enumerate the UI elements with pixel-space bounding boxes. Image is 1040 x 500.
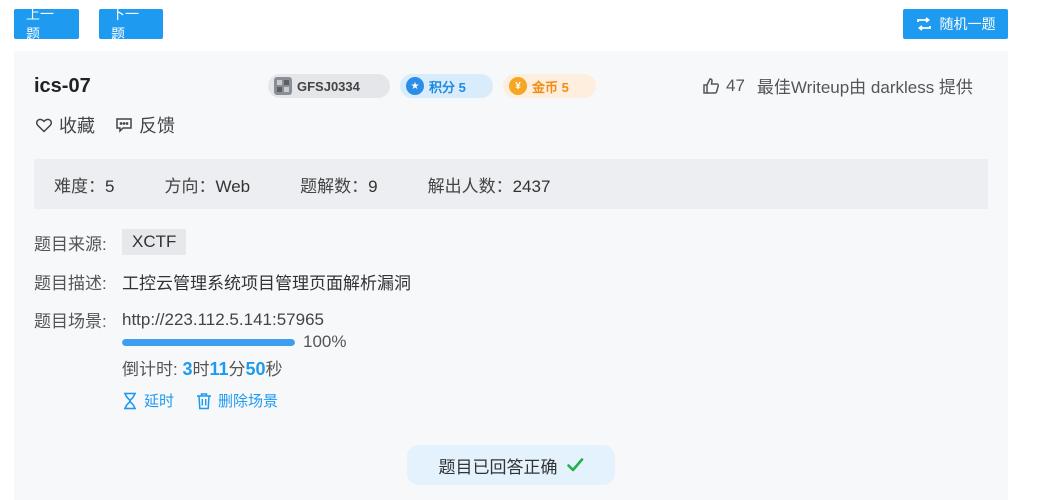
scene-url-link[interactable]: http://223.112.5.141:57965 xyxy=(122,310,324,330)
extend-time-label: 延时 xyxy=(144,393,175,410)
best-writeup-link[interactable]: 最佳Writeup由 darkless 提供 xyxy=(757,73,973,98)
feedback-label: 反馈 xyxy=(139,116,175,136)
coins-tag: ¥ 金币 5 xyxy=(503,74,596,98)
scene-actions: 延时 删除场景 xyxy=(122,390,278,411)
delete-scene-button[interactable]: 删除场景 xyxy=(196,390,278,411)
author-avatar-icon xyxy=(274,77,292,95)
difficulty-label: 难度： xyxy=(54,176,105,196)
prev-question-button[interactable]: 上一题 xyxy=(14,6,79,42)
extend-time-button[interactable]: 延时 xyxy=(122,390,174,411)
points-tag: ★ 积分 5 xyxy=(400,74,493,98)
author-tag-label: GFSJ0334 xyxy=(297,78,360,94)
scene-row: 题目场景: http://223.112.5.141:57965 xyxy=(34,307,324,332)
checkmark-icon xyxy=(566,458,583,472)
solves-stat: 题解数：9 xyxy=(300,172,377,197)
answered-correct-badge: 题目已回答正确 xyxy=(407,445,615,485)
source-label: 题目来源: xyxy=(34,234,107,254)
solvers-label: 解出人数： xyxy=(427,176,513,196)
trash-icon xyxy=(197,392,212,409)
favorite-label: 收藏 xyxy=(59,116,95,136)
coin-icon: ¥ xyxy=(509,77,527,95)
solves-value: 9 xyxy=(368,176,378,196)
author-tag[interactable]: GFSJ0334 xyxy=(268,74,390,98)
countdown-seconds-unit: 秒 xyxy=(265,360,283,379)
thumbs-up-icon[interactable] xyxy=(702,77,720,95)
random-question-label: 随机一题 xyxy=(939,16,996,32)
description-row: 题目描述: 工控云管理系统项目管理页面解析漏洞 xyxy=(34,269,411,294)
points-badge-icon: ★ xyxy=(406,77,424,95)
progress-percent-text: 100% xyxy=(303,332,347,351)
answered-correct-label: 题目已回答正确 xyxy=(438,457,558,477)
difficulty-stat: 难度：5 xyxy=(54,172,114,197)
countdown-hours-unit: 时 xyxy=(192,360,210,379)
progress-fill xyxy=(122,338,295,346)
countdown-minutes-unit: 分 xyxy=(228,360,246,379)
likes-count: 47 xyxy=(726,75,745,95)
direction-stat: 方向：Web xyxy=(164,172,250,197)
solvers-stat: 解出人数：2437 xyxy=(428,172,551,197)
challenge-title: ics-07 xyxy=(34,75,91,97)
shuffle-icon xyxy=(916,17,931,31)
countdown-seconds: 50 xyxy=(245,359,266,379)
hourglass-icon xyxy=(124,392,136,409)
favorite-button[interactable]: 收藏 xyxy=(35,112,95,138)
feedback-button[interactable]: 反馈 xyxy=(115,112,175,138)
countdown-prefix: 倒计时: xyxy=(122,360,183,379)
challenge-actions: 收藏 反馈 xyxy=(35,112,175,138)
challenge-card: ics-07 GFSJ0334 ★ 积分 5 ¥ 金币 5 47 最佳Write… xyxy=(14,51,1008,500)
likes-area: 47 最佳Writeup由 darkless 提供 xyxy=(702,73,973,98)
solves-label: 题解数： xyxy=(300,176,369,196)
source-badge: XCTF xyxy=(122,229,187,255)
countdown-minutes: 11 xyxy=(209,359,229,379)
description-label: 题目描述: xyxy=(34,274,107,293)
next-question-button[interactable]: 下一题 xyxy=(99,6,163,42)
countdown-hours: 3 xyxy=(182,359,193,379)
coins-tag-label: 金币 5 xyxy=(532,79,569,95)
direction-label: 方向： xyxy=(164,176,216,196)
scene-label: 题目场景: xyxy=(34,312,107,331)
solvers-value: 2437 xyxy=(512,176,551,196)
points-tag-label: 积分 5 xyxy=(429,79,466,95)
direction-value: Web xyxy=(215,176,251,196)
source-row: 题目来源: XCTF xyxy=(34,229,187,255)
description-text: 工控云管理系统项目管理页面解析漏洞 xyxy=(122,274,411,293)
scene-progress: 100% xyxy=(122,332,346,352)
progress-track xyxy=(122,338,295,346)
delete-scene-label: 删除场景 xyxy=(218,393,279,410)
heart-icon xyxy=(36,118,52,133)
comment-icon xyxy=(116,118,132,133)
difficulty-value: 5 xyxy=(105,176,115,196)
stats-bar: 难度：5 方向：Web 题解数：9 解出人数：2437 xyxy=(34,159,988,209)
countdown-timer: 倒计时: 3时11分50秒 xyxy=(122,355,283,380)
random-question-button[interactable]: 随机一题 xyxy=(903,9,1008,39)
